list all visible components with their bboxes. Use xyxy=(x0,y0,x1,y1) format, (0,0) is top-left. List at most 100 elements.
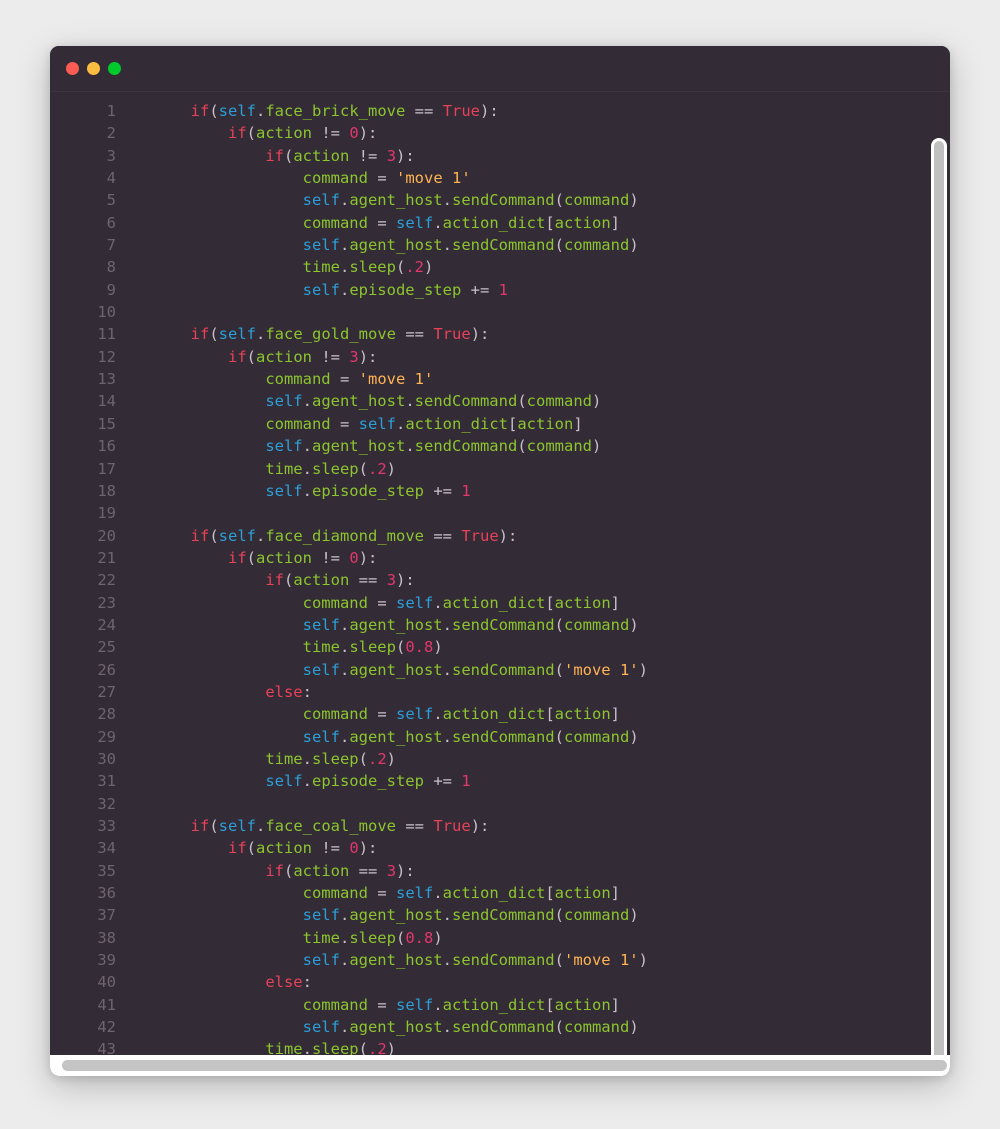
code-line: 10 xyxy=(50,301,648,323)
line-number: 30 xyxy=(97,749,116,768)
code-line: 3 if(action != 3): xyxy=(50,145,648,167)
code-line: 16 self.agent_host.sendCommand(command) xyxy=(50,435,648,457)
line-source[interactable]: time.sleep(.2) xyxy=(116,748,648,770)
line-source[interactable]: self.agent_host.sendCommand('move 1') xyxy=(116,949,648,971)
line-number: 42 xyxy=(97,1018,116,1037)
line-number: 35 xyxy=(97,861,116,880)
line-number: 36 xyxy=(97,884,116,903)
code-line: 42 self.agent_host.sendCommand(command) xyxy=(50,1016,648,1038)
line-source[interactable]: else: xyxy=(116,971,648,993)
line-number: 11 xyxy=(97,325,116,344)
line-source[interactable]: command = 'move 1' xyxy=(116,368,648,390)
code-line: 4 command = 'move 1' xyxy=(50,167,648,189)
code-line: 39 self.agent_host.sendCommand('move 1') xyxy=(50,949,648,971)
line-source[interactable]: self.episode_step += 1 xyxy=(116,480,648,502)
code-line: 41 command = self.action_dict[action] xyxy=(50,994,648,1016)
line-number: 23 xyxy=(97,593,116,612)
line-source[interactable]: self.agent_host.sendCommand(command) xyxy=(116,435,648,457)
line-source[interactable]: if(action != 3): xyxy=(116,145,648,167)
window-titlebar[interactable] xyxy=(50,46,950,92)
line-number: 17 xyxy=(97,459,116,478)
line-source[interactable]: self.agent_host.sendCommand(command) xyxy=(116,726,648,748)
code-lines: 1 if(self.face_brick_move == True): 2 if(… xyxy=(50,92,648,1076)
line-source[interactable]: self.agent_host.sendCommand(command) xyxy=(116,234,648,256)
line-number: 25 xyxy=(97,638,116,657)
line-source[interactable] xyxy=(116,301,648,323)
window-title xyxy=(50,46,950,91)
line-source[interactable]: else: xyxy=(116,681,648,703)
line-number: 22 xyxy=(97,571,116,590)
line-source[interactable]: self.agent_host.sendCommand('move 1') xyxy=(116,659,648,681)
line-source[interactable]: self.episode_step += 1 xyxy=(116,279,648,301)
code-line: 21 if(action != 0): xyxy=(50,547,648,569)
line-source[interactable]: time.sleep(0.8) xyxy=(116,636,648,658)
line-number: 3 xyxy=(106,146,116,165)
line-number: 6 xyxy=(106,213,116,232)
code-line: 11 if(self.face_gold_move == True): xyxy=(50,323,648,345)
code-line: 30 time.sleep(.2) xyxy=(50,748,648,770)
line-source[interactable]: if(action != 3): xyxy=(116,346,648,368)
line-source[interactable]: command = self.action_dict[action] xyxy=(116,413,648,435)
code-line: 37 self.agent_host.sendCommand(command) xyxy=(50,904,648,926)
line-source[interactable] xyxy=(116,793,648,815)
code-line: 35 if(action == 3): xyxy=(50,860,648,882)
code-line: 17 time.sleep(.2) xyxy=(50,458,648,480)
code-line: 33 if(self.face_coal_move == True): xyxy=(50,815,648,837)
line-source[interactable]: command = self.action_dict[action] xyxy=(116,212,648,234)
line-source[interactable]: command = 'move 1' xyxy=(116,167,648,189)
vertical-scrollbar-thumb[interactable] xyxy=(934,141,944,1076)
line-number: 20 xyxy=(97,526,116,545)
line-number: 41 xyxy=(97,995,116,1014)
code-line: 19 xyxy=(50,502,648,524)
code-line: 32 xyxy=(50,793,648,815)
line-source[interactable]: time.sleep(0.8) xyxy=(116,927,648,949)
line-number: 21 xyxy=(97,548,116,567)
code-line: 1 if(self.face_brick_move == True): xyxy=(50,92,648,122)
line-source[interactable]: self.agent_host.sendCommand(command) xyxy=(116,904,648,926)
line-source[interactable] xyxy=(116,502,648,524)
line-number: 19 xyxy=(97,504,116,523)
line-source[interactable]: self.agent_host.sendCommand(command) xyxy=(116,1016,648,1038)
code-scroll-viewport[interactable]: 1 if(self.face_brick_move == True): 2 if(… xyxy=(50,92,950,1076)
line-source[interactable]: command = self.action_dict[action] xyxy=(116,703,648,725)
code-line: 22 if(action == 3): xyxy=(50,569,648,591)
code-line: 15 command = self.action_dict[action] xyxy=(50,413,648,435)
code-line: 2 if(action != 0): xyxy=(50,122,648,144)
line-number: 16 xyxy=(97,437,116,456)
line-source[interactable]: if(action != 0): xyxy=(116,837,648,859)
line-number: 4 xyxy=(106,169,116,188)
horizontal-scrollbar-thumb[interactable] xyxy=(62,1060,947,1071)
line-source[interactable]: self.agent_host.sendCommand(command) xyxy=(116,390,648,412)
line-number: 28 xyxy=(97,705,116,724)
line-source[interactable]: if(self.face_coal_move == True): xyxy=(116,815,648,837)
line-source[interactable]: time.sleep(.2) xyxy=(116,256,648,278)
line-source[interactable]: self.agent_host.sendCommand(command) xyxy=(116,189,648,211)
line-number: 1 xyxy=(106,102,116,120)
line-source[interactable]: if(self.face_gold_move == True): xyxy=(116,323,648,345)
line-source[interactable]: if(self.face_diamond_move == True): xyxy=(116,525,648,547)
line-source[interactable]: if(action == 3): xyxy=(116,860,648,882)
horizontal-scrollbar[interactable] xyxy=(50,1055,950,1076)
line-number: 15 xyxy=(97,414,116,433)
line-source[interactable]: if(action == 3): xyxy=(116,569,648,591)
code-line: 34 if(action != 0): xyxy=(50,837,648,859)
line-number: 12 xyxy=(97,347,116,366)
code-line: 7 self.agent_host.sendCommand(command) xyxy=(50,234,648,256)
code-line: 25 time.sleep(0.8) xyxy=(50,636,648,658)
line-number: 27 xyxy=(97,682,116,701)
line-source[interactable]: command = self.action_dict[action] xyxy=(116,592,648,614)
line-source[interactable]: self.episode_step += 1 xyxy=(116,770,648,792)
line-source[interactable]: command = self.action_dict[action] xyxy=(116,994,648,1016)
line-source[interactable]: if(action != 0): xyxy=(116,547,648,569)
line-source[interactable]: command = self.action_dict[action] xyxy=(116,882,648,904)
line-source[interactable]: time.sleep(.2) xyxy=(116,458,648,480)
line-source[interactable]: if(self.face_brick_move == True): xyxy=(116,92,648,122)
line-source[interactable]: self.agent_host.sendCommand(command) xyxy=(116,614,648,636)
code-line: 5 self.agent_host.sendCommand(command) xyxy=(50,189,648,211)
vertical-scrollbar[interactable] xyxy=(931,138,947,1076)
line-source[interactable]: if(action != 0): xyxy=(116,122,648,144)
code-line: 9 self.episode_step += 1 xyxy=(50,279,648,301)
code-line: 12 if(action != 3): xyxy=(50,346,648,368)
line-number: 26 xyxy=(97,660,116,679)
editor-area: 1 if(self.face_brick_move == True): 2 if(… xyxy=(50,92,950,1076)
